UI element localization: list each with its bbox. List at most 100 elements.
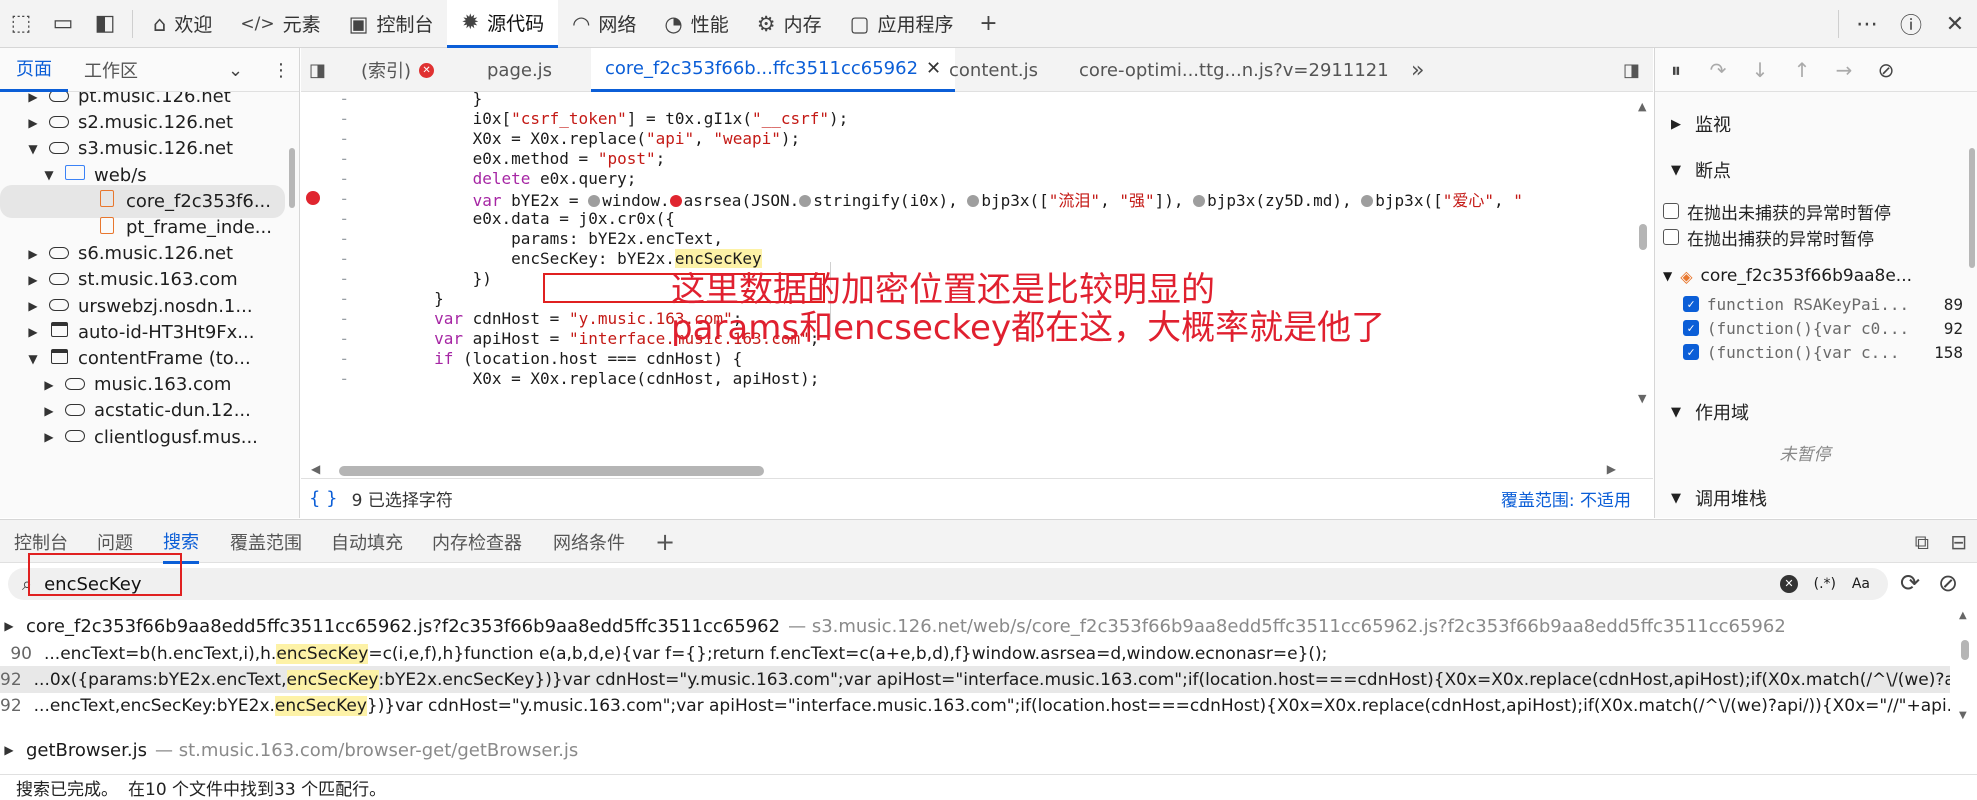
section-watch-label: 监视 [1695,115,1731,136]
breakpoint-code: function RSAKeyPai... [1706,294,1910,314]
checkbox[interactable] [1663,203,1679,219]
tab-gear[interactable]: ⚙ 内存 [743,0,836,48]
chevron-right-icon[interactable]: ▶ [26,247,40,261]
tab-page[interactable]: 页面 [0,48,68,92]
step-out-icon[interactable]: ↑ [1781,48,1823,92]
tab-window[interactable]: ▢ 应用程序 [836,0,968,48]
clear-search-icon[interactable]: ✕ [1780,575,1798,593]
device-emulation-icon[interactable]: ▭ [42,0,84,48]
pretty-print-icon[interactable]: { } [309,488,338,509]
tab-label: 控制台 [376,14,434,36]
expand-arrow-icon[interactable]: ▶ [0,743,18,757]
checkbox[interactable]: ✓ [1683,296,1699,312]
code-line[interactable]: - X0x = X0x.replace(cdnHost, apiHost); [301,366,1641,391]
chevron-right-icon[interactable]: ▶ [26,325,40,339]
more-icon[interactable]: ⋮ [272,48,290,92]
tab-page-js[interactable]: page.js [487,48,552,92]
result-file-row[interactable]: ▶ core_f2c353f66b9aa8edd5ffc3511cc65962.… [0,612,1785,640]
pause-caught-row[interactable]: 在抛出捕获的异常时暂停 [1663,224,1963,250]
chevron-right-icon[interactable]: ▶ [42,378,56,392]
result-text: })}var cdnHost="y.music.163.com";var api… [366,695,1950,716]
refresh-icon[interactable]: ⟳ [1900,569,1920,597]
search-result-line[interactable]: 90 ...encText=b(h.encText,i),h. encSecKey =… [0,640,1950,667]
section-scope[interactable]: ▼ 作用域 [1655,394,1955,430]
tab-core-optimi[interactable]: core-optimi...ttg...n.js?v=2911121 [1079,48,1389,92]
annotation-text-2: params和encseckey都在这，大概率就是他了 [671,308,1386,348]
tab-content-js[interactable]: content.js [949,48,1038,92]
dock-icon[interactable]: ⧉ [1915,520,1929,564]
result-file-row[interactable]: ▶ getBrowser.js — st.music.163.com/brows… [0,736,578,764]
chevron-down-icon[interactable]: ⌄ [228,48,243,92]
chevron-down-icon[interactable]: ▼ [42,168,56,182]
clear-icon[interactable]: ⊘ [1938,569,1958,597]
section-watch[interactable]: ▶ 监视 [1655,106,1955,142]
editor-horizontal-scrollbar[interactable]: ◀ ▶ [311,460,1616,478]
inspect-element-icon[interactable]: ⬚ [0,0,42,48]
step-icon[interactable]: → [1823,48,1865,92]
drawer-tab[interactable]: 覆盖范围 [230,520,302,564]
tree-item-label: s2.music.126.net [78,112,234,134]
scrollbar[interactable] [1969,148,1975,268]
tab-wifi[interactable]: ◠ 网络 [558,0,650,48]
checkbox[interactable]: ✓ [1683,320,1699,336]
chevron-down-icon[interactable]: ▼ [26,352,40,366]
code-icon: </> [240,13,275,34]
help-icon[interactable]: ⓘ [1889,0,1933,48]
chevron-right-icon[interactable]: ▶ [26,116,40,130]
line-gutter[interactable]: - [301,369,357,388]
tab-bug[interactable]: ✹ 源代码 [447,0,559,48]
breakpoint-item[interactable]: ✓ (function(){var c... 158 [1683,338,1963,366]
case-toggle[interactable]: Aa [1852,576,1870,592]
tab-core-js[interactable]: core_f2c353f66b...ffc3511cc65962 ✕ [591,48,956,92]
close-drawer-icon[interactable]: ⊟ [1950,520,1967,564]
cloud-icon [64,401,86,421]
pause-icon[interactable]: ⏸ [1655,48,1697,92]
coverage-status[interactable]: 覆盖范围: 不适用 [1501,486,1631,511]
close-tab-icon[interactable]: ✕ [926,58,941,79]
editor-vertical-scrollbar[interactable]: ▲ ▼ [1631,92,1653,472]
section-callstack[interactable]: ▼ 调用堆栈 [1655,480,1955,516]
search-input[interactable] [32,573,1633,595]
scrollbar[interactable] [289,148,295,208]
close-devtools-icon[interactable]: ✕ [1933,0,1977,48]
breakpoint-file-row[interactable]: ▼ ◈ core_f2c353f66b9aa8e... [1663,262,1943,290]
chevron-right-icon[interactable]: ▶ [26,299,40,313]
pause-uncaught-row[interactable]: 在抛出未捕获的异常时暂停 [1663,198,1963,224]
search-result-line[interactable]: 92 ...encText,encSecKey:bYE2x. encSecKey})… [0,692,1950,719]
results-scrollbar[interactable]: ▲ ▼ [1959,610,1971,770]
chevron-right-icon[interactable]: ▶ [26,92,40,104]
add-panel-icon[interactable]: + [967,0,1009,48]
section-breakpoints[interactable]: ▼ 断点 [1655,152,1955,188]
regex-toggle[interactable]: (.*) [1814,576,1836,592]
add-drawer-tab-icon[interactable]: + [655,520,675,564]
deactivate-breakpoints-icon[interactable]: ⊘ [1865,48,1907,92]
toggle-debugger-icon[interactable]: ◨ [1623,48,1640,92]
annotation-box-search [28,553,182,596]
more-tabs-icon[interactable]: » [1411,48,1424,92]
tab-home[interactable]: ⌂ 欢迎 [139,0,226,48]
chevron-right-icon[interactable]: ▶ [42,404,56,418]
search-field[interactable]: ⌕ ✕ (.*) Aa [8,568,1888,600]
checkbox[interactable] [1663,229,1679,245]
search-result-line[interactable]: 92 ...0x({params:bYE2x.encText, encSecKey:… [0,666,1950,693]
more-options-icon[interactable]: ⋯ [1845,0,1889,48]
chevron-down-icon[interactable]: ▼ [26,142,40,156]
breakpoint-marker-icon[interactable] [306,191,320,205]
step-into-icon[interactable]: ↓ [1739,48,1781,92]
sidebar-toggle-icon[interactable]: ◧ [84,0,126,48]
tab-workspace[interactable]: 工作区 [68,48,154,92]
chevron-right-icon[interactable]: ▶ [26,273,40,287]
expand-arrow-icon[interactable]: ▶ [0,619,18,633]
drawer-tab[interactable]: 内存检查器 [432,520,522,564]
tree-item[interactable]: ▶ clientlogusf.mus... [0,421,285,454]
step-over-icon[interactable]: ↷ [1697,48,1739,92]
tab-gauge[interactable]: ◔ 性能 [650,0,742,48]
drawer-tab[interactable]: 网络条件 [553,520,625,564]
drawer-tab[interactable]: 自动填充 [331,520,403,564]
checkbox[interactable]: ✓ [1683,344,1699,360]
tab-console[interactable]: ▣ 控制台 [335,0,448,48]
tab-code[interactable]: </> 元素 [226,0,334,48]
chevron-right-icon[interactable]: ▶ [42,430,56,444]
tab-index[interactable]: (索引) ✕ [361,48,435,92]
toggle-navigator-icon[interactable]: ◨ [309,48,326,92]
